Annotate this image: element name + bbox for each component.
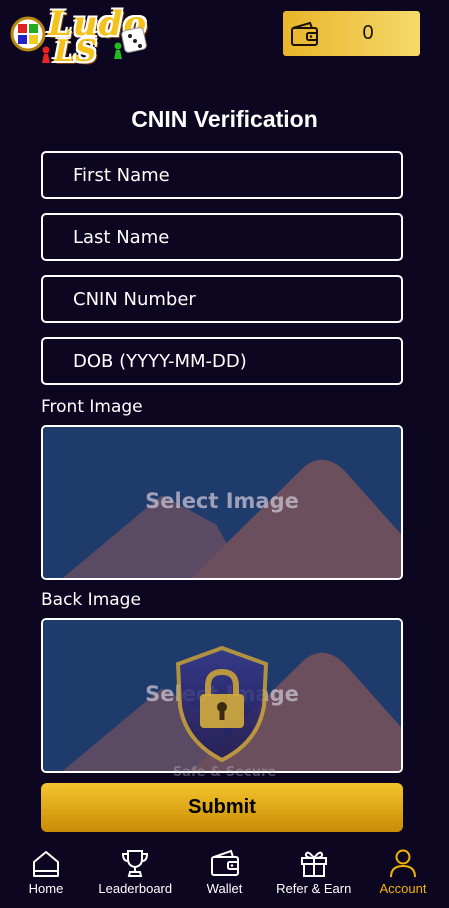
cnin-number-input[interactable] [43, 277, 401, 321]
dice-icon [121, 27, 147, 53]
first-name-field-container [41, 151, 403, 199]
app-logo: Ludo LS [8, 4, 153, 69]
wallet-icon [291, 21, 318, 46]
nav-home[interactable]: Home [2, 840, 90, 908]
home-icon [33, 851, 59, 877]
user-icon [390, 849, 416, 878]
nav-wallet-label: Wallet [206, 881, 243, 896]
nav-refer-earn-label: Refer & Earn [276, 881, 352, 896]
logo-text-secondary: LS [54, 34, 97, 69]
front-select-image-text: Select Image [145, 489, 299, 513]
wallet-balance-value: 0 [362, 22, 374, 44]
nav-leaderboard[interactable]: Leaderboard [91, 840, 179, 908]
front-image-label: Front Image [41, 397, 143, 417]
nav-refer-earn[interactable]: Refer & Earn [270, 840, 358, 908]
dob-field-container [41, 337, 403, 385]
nav-account[interactable]: Account [359, 840, 447, 908]
wallet-balance-button[interactable]: 0 [283, 11, 420, 56]
cnin-number-field-container [41, 275, 403, 323]
last-name-field-container [41, 213, 403, 261]
first-name-input[interactable] [43, 153, 401, 197]
nav-account-label: Account [379, 881, 427, 896]
bottom-nav: Home Leaderboard Wallet Refer & Earn Acc… [0, 840, 449, 908]
security-shield-icon [175, 645, 269, 763]
back-image-label: Back Image [41, 590, 141, 610]
submit-button[interactable]: Submit [41, 783, 403, 832]
dob-input[interactable] [43, 339, 401, 383]
gift-icon [300, 851, 327, 877]
trophy-icon [122, 850, 149, 877]
nav-home-label: Home [28, 881, 64, 896]
safe-secure-text: Safe & Secure [172, 765, 277, 780]
page-title: CNIN Verification [131, 106, 318, 132]
last-name-input[interactable] [43, 215, 401, 259]
nav-wallet[interactable]: Wallet [181, 840, 269, 908]
red-pawn-icon [42, 46, 50, 63]
wallet-icon [210, 849, 239, 876]
front-image-picker[interactable]: Select Image [41, 425, 403, 580]
nav-leaderboard-label: Leaderboard [98, 881, 173, 896]
